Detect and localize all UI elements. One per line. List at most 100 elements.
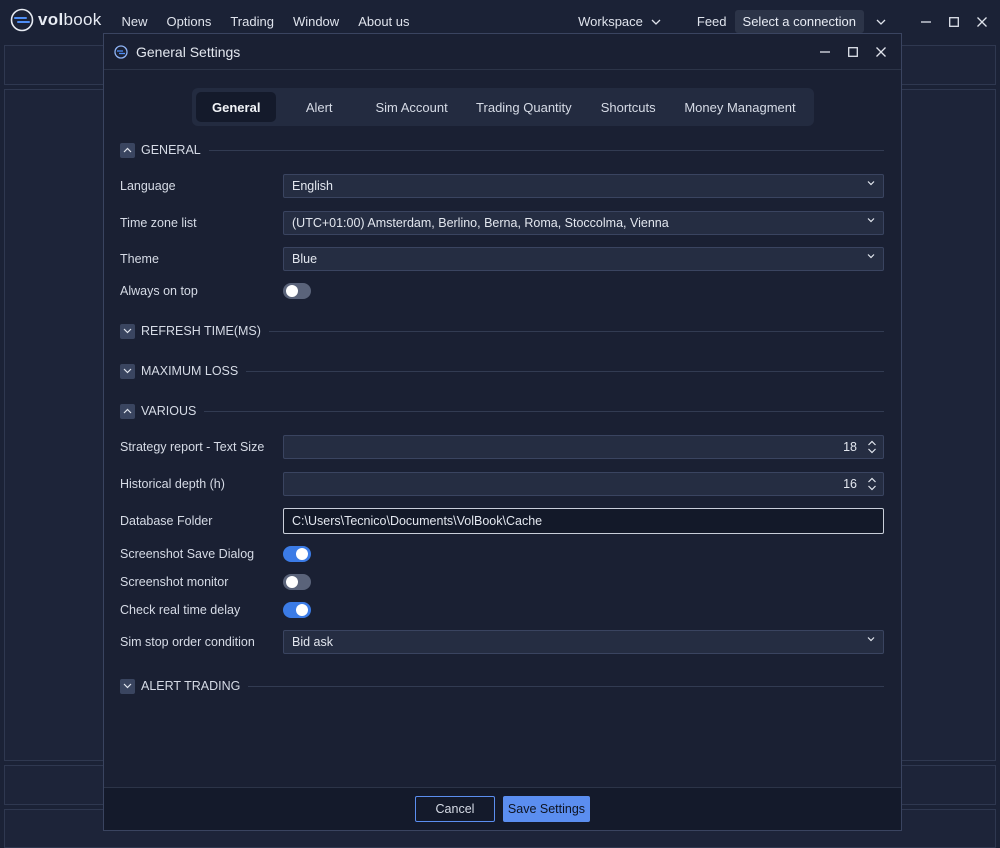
theme-value: Blue bbox=[292, 252, 318, 266]
chevron-up-icon bbox=[123, 147, 132, 153]
database-folder-value: C:\Users\Tecnico\Documents\VolBook\Cache bbox=[292, 514, 543, 528]
menu-new[interactable]: New bbox=[112, 14, 157, 29]
section-divider bbox=[208, 149, 884, 151]
timezone-select[interactable]: (UTC+01:00) Amsterdam, Berlino, Berna, R… bbox=[283, 211, 884, 235]
app-close-button[interactable] bbox=[968, 8, 996, 36]
screenshot-save-dialog-label: Screenshot Save Dialog bbox=[120, 547, 255, 561]
timezone-value: (UTC+01:00) Amsterdam, Berlino, Berna, R… bbox=[292, 216, 669, 230]
tab-alert[interactable]: Alert bbox=[276, 92, 361, 122]
maximize-icon bbox=[949, 16, 959, 27]
save-settings-button[interactable]: Save Settings bbox=[503, 796, 590, 822]
chevron-down-icon bbox=[867, 637, 875, 642]
section-alert-trading-title: ALERT TRADING bbox=[141, 679, 241, 693]
row-theme: Theme Blue bbox=[120, 247, 884, 271]
toggle-knob bbox=[296, 604, 308, 616]
database-folder-label: Database Folder bbox=[120, 514, 213, 528]
screenshot-save-dialog-toggle[interactable] bbox=[283, 546, 311, 562]
tab-trading-quantity[interactable]: Trading Quantity bbox=[461, 92, 586, 122]
row-check-real-time-delay: Check real time delay bbox=[120, 598, 884, 622]
screenshot-monitor-toggle[interactable] bbox=[283, 574, 311, 590]
chevron-down-icon bbox=[651, 19, 661, 25]
language-label: Language bbox=[120, 179, 176, 193]
section-divider bbox=[204, 410, 884, 412]
connection-chevron-down-icon[interactable] bbox=[876, 19, 886, 25]
dialog-maximize-button[interactable] bbox=[839, 38, 867, 66]
row-historical-depth: Historical depth (h) 16 bbox=[120, 472, 884, 496]
historical-depth-value: 16 bbox=[843, 477, 857, 491]
strategy-text-size-label: Strategy report - Text Size bbox=[120, 440, 265, 454]
tab-shortcuts[interactable]: Shortcuts bbox=[586, 92, 669, 122]
section-maximum-loss: MAXIMUM LOSS bbox=[120, 362, 884, 380]
toggle-knob bbox=[286, 576, 298, 588]
sim-stop-value: Bid ask bbox=[292, 635, 333, 649]
menu-window[interactable]: Window bbox=[283, 14, 348, 29]
workspace-label: Workspace bbox=[578, 14, 643, 29]
row-strategy-text-size: Strategy report - Text Size 18 bbox=[120, 435, 884, 459]
close-icon bbox=[876, 47, 886, 57]
dialog-minimize-button[interactable] bbox=[811, 38, 839, 66]
settings-tabs: General Alert Sim Account Trading Quanti… bbox=[192, 88, 814, 126]
cancel-button[interactable]: Cancel bbox=[415, 796, 495, 822]
sim-stop-select[interactable]: Bid ask bbox=[283, 630, 884, 654]
section-general: GENERAL bbox=[120, 141, 884, 159]
row-language: Language English bbox=[120, 174, 884, 198]
feed-label[interactable]: Feed bbox=[697, 14, 727, 29]
chevron-down-icon bbox=[123, 368, 132, 374]
app-maximize-button[interactable] bbox=[940, 8, 968, 36]
chevron-down-icon bbox=[867, 218, 875, 223]
chevron-down-icon bbox=[123, 683, 132, 689]
workspace-dropdown[interactable]: Workspace bbox=[578, 14, 661, 29]
strategy-text-size-input[interactable]: 18 bbox=[283, 435, 884, 459]
section-various-toggle[interactable] bbox=[120, 403, 135, 419]
row-database-folder: Database Folder C:\Users\Tecnico\Documen… bbox=[120, 508, 884, 534]
logo-text: volbook bbox=[38, 10, 102, 29]
maximize-icon bbox=[848, 47, 858, 57]
app-minimize-button[interactable] bbox=[912, 8, 940, 36]
database-folder-input[interactable]: C:\Users\Tecnico\Documents\VolBook\Cache bbox=[283, 508, 884, 534]
chevron-down-icon bbox=[867, 181, 875, 186]
spinner-updown-icon[interactable] bbox=[867, 439, 877, 455]
check-real-time-delay-toggle[interactable] bbox=[283, 602, 311, 618]
row-screenshot-monitor: Screenshot monitor bbox=[120, 570, 884, 594]
section-divider bbox=[246, 370, 884, 372]
theme-select[interactable]: Blue bbox=[283, 247, 884, 271]
section-divider bbox=[268, 330, 884, 332]
dialog-title-bar[interactable]: General Settings bbox=[104, 34, 901, 70]
language-select[interactable]: English bbox=[283, 174, 884, 198]
dialog-footer: Cancel Save Settings bbox=[104, 787, 901, 830]
chevron-up-icon bbox=[123, 408, 132, 414]
section-alert-trading: ALERT TRADING bbox=[120, 677, 884, 695]
sim-stop-label: Sim stop order condition bbox=[120, 635, 255, 649]
menu-about-us[interactable]: About us bbox=[349, 14, 419, 29]
section-various: VARIOUS bbox=[120, 402, 884, 420]
chevron-down-icon bbox=[123, 328, 132, 334]
section-general-toggle[interactable] bbox=[120, 142, 135, 158]
section-max-loss-toggle[interactable] bbox=[120, 363, 135, 379]
tab-general[interactable]: General bbox=[196, 92, 277, 122]
menu-trading[interactable]: Trading bbox=[221, 14, 284, 29]
row-screenshot-save-dialog: Screenshot Save Dialog bbox=[120, 542, 884, 566]
volbook-logo-icon bbox=[10, 8, 34, 32]
language-value: English bbox=[292, 179, 333, 193]
timezone-label: Time zone list bbox=[120, 216, 197, 230]
spinner-updown-icon[interactable] bbox=[867, 476, 877, 492]
section-refresh-title: REFRESH TIME(MS) bbox=[141, 324, 261, 338]
tab-money-managment[interactable]: Money Managment bbox=[670, 92, 810, 122]
dialog-close-button[interactable] bbox=[867, 38, 895, 66]
screenshot-monitor-label: Screenshot monitor bbox=[120, 575, 229, 589]
connection-select[interactable]: Select a connection bbox=[734, 10, 864, 33]
section-refresh-toggle[interactable] bbox=[120, 323, 135, 339]
section-various-title: VARIOUS bbox=[141, 404, 197, 418]
section-refresh-time: REFRESH TIME(MS) bbox=[120, 322, 884, 340]
row-sim-stop-order-condition: Sim stop order condition Bid ask bbox=[120, 630, 884, 654]
toggle-knob bbox=[286, 285, 298, 297]
tab-sim-account[interactable]: Sim Account bbox=[362, 92, 461, 122]
section-alert-trading-toggle[interactable] bbox=[120, 678, 135, 694]
historical-depth-input[interactable]: 16 bbox=[283, 472, 884, 496]
always-on-top-toggle[interactable] bbox=[283, 283, 311, 299]
menu-options[interactable]: Options bbox=[157, 14, 221, 29]
dialog-window-controls bbox=[811, 38, 895, 66]
app-logo: volbook bbox=[10, 8, 102, 32]
general-settings-dialog: General Settings General Alert Sim Accou… bbox=[103, 33, 902, 831]
toggle-knob bbox=[296, 548, 308, 560]
